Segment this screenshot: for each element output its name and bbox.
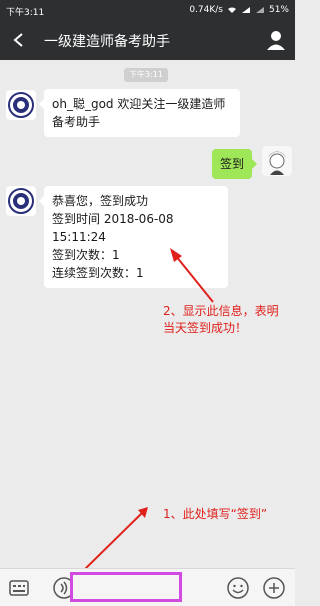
annotation-note-1: 1、此处填写“签到”	[163, 506, 267, 523]
chat-area[interactable]: 下午3:11 oh_聪_god 欢迎关注一级建造师备考助手 签到 恭喜您，签到成…	[0, 60, 295, 568]
signal-icon-2	[255, 7, 264, 13]
chat-title: 一级建造师备考助手	[44, 34, 170, 50]
emoji-icon[interactable]	[226, 576, 250, 600]
status-right: 0.74K/s 51%	[189, 5, 289, 15]
annotation-line: 当天签到成功！	[163, 321, 248, 335]
network-speed: 0.74K/s	[189, 5, 223, 15]
signal-icon	[241, 7, 250, 13]
battery-level: 51%	[268, 5, 289, 15]
wifi-icon	[227, 7, 236, 13]
status-bar: 下午3:11 0.74K/s 51%	[0, 0, 295, 20]
back-arrow-icon[interactable]	[8, 30, 28, 50]
status-time: 下午3:11	[6, 8, 45, 18]
title-bar: 一级建造师备考助手	[0, 20, 295, 60]
profile-icon[interactable]	[265, 29, 287, 51]
input-bar	[0, 568, 295, 606]
annotation-note-2: 2、显示此信息，表明 当天签到成功！	[163, 303, 279, 337]
keyboard-menu-icon[interactable]	[8, 577, 30, 599]
annotation-line: 1、此处填写“签到”	[163, 507, 268, 521]
message-input[interactable]	[70, 572, 182, 602]
plus-icon[interactable]	[262, 576, 286, 600]
annotation-line: 2、显示此信息，表明	[163, 304, 279, 318]
